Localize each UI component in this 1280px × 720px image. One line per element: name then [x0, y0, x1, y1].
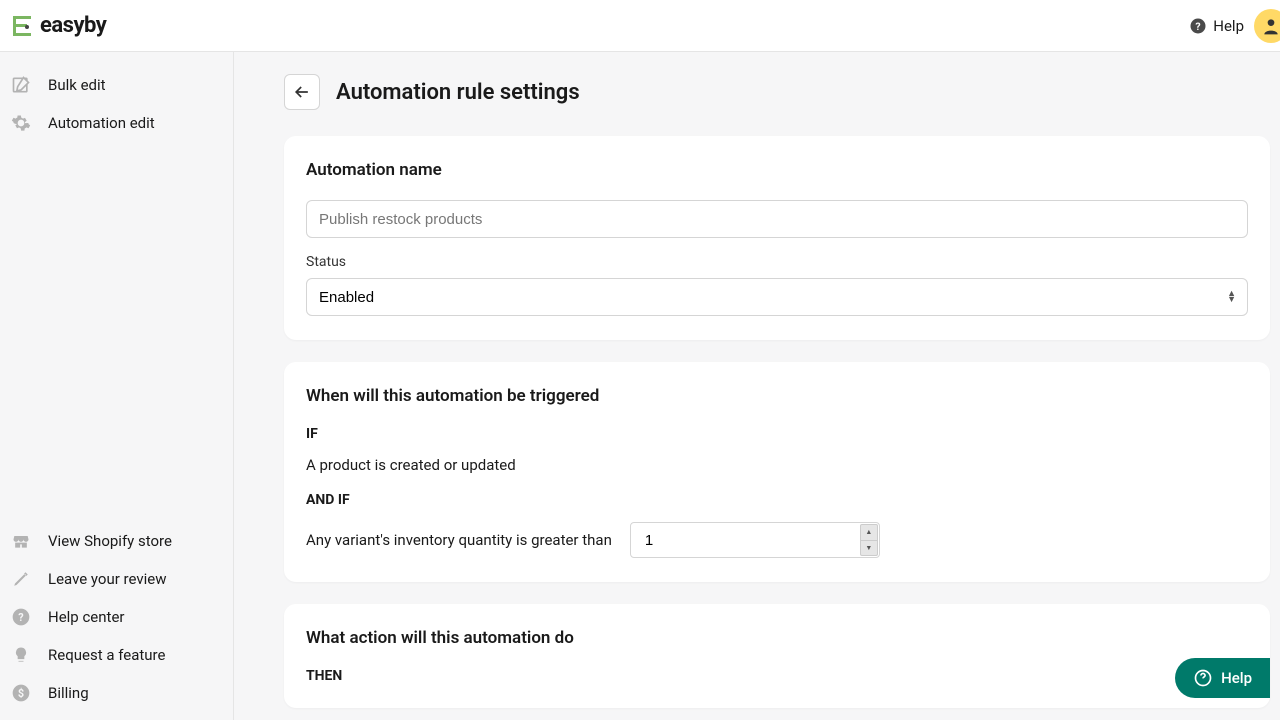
status-select[interactable]: Enabled — [306, 278, 1248, 316]
sidebar-item-request-feature[interactable]: Request a feature — [0, 640, 233, 670]
help-label: Help — [1213, 17, 1244, 35]
brand-name: easyby — [40, 13, 106, 38]
section-title: Automation name — [306, 160, 1248, 180]
sidebar-item-label: View Shopify store — [48, 532, 172, 550]
and-if-label: AND IF — [306, 492, 1248, 508]
if-label: IF — [306, 426, 1248, 442]
sidebar-item-label: Bulk edit — [48, 76, 106, 94]
sidebar-item-review[interactable]: Leave your review — [0, 564, 233, 594]
person-icon — [1261, 16, 1280, 36]
back-button[interactable] — [284, 74, 320, 110]
sidebar: Bulk edit Automation edit View Shopify s… — [0, 52, 234, 720]
sidebar-item-help-center[interactable]: ? Help center — [0, 602, 233, 632]
sidebar-item-automation-edit[interactable]: Automation edit — [0, 108, 233, 138]
lightbulb-icon — [10, 644, 32, 666]
if-condition-text: A product is created or updated — [306, 456, 1248, 474]
top-bar: easyby ? Help — [0, 0, 1280, 52]
brand-logo: easyby — [10, 13, 106, 39]
dollar-circle-icon: $ — [10, 682, 32, 704]
sidebar-item-bulk-edit[interactable]: Bulk edit — [0, 70, 233, 100]
help-circle-icon — [1193, 668, 1213, 688]
card-action: What action will this automation do THEN — [284, 604, 1270, 708]
help-circle-icon: ? — [1189, 17, 1207, 35]
gear-icon — [10, 112, 32, 134]
arrow-left-icon — [292, 82, 312, 102]
store-icon — [10, 530, 32, 552]
user-avatar[interactable] — [1254, 9, 1280, 43]
edit-icon — [10, 74, 32, 96]
sidebar-item-billing[interactable]: $ Billing — [0, 678, 233, 708]
then-label: THEN — [306, 668, 1248, 684]
page-title: Automation rule settings — [336, 80, 580, 105]
svg-text:?: ? — [18, 611, 23, 624]
pencil-icon — [10, 568, 32, 590]
logo-icon — [10, 13, 38, 39]
sidebar-item-label: Billing — [48, 684, 89, 702]
svg-text:$: $ — [18, 687, 24, 700]
help-link[interactable]: ? Help — [1189, 17, 1244, 35]
main-content: Automation rule settings Automation name… — [234, 52, 1280, 720]
status-label: Status — [306, 254, 1248, 270]
section-title: What action will this automation do — [306, 628, 1248, 648]
sidebar-item-label: Request a feature — [48, 646, 165, 664]
section-title: When will this automation be triggered — [306, 386, 1248, 406]
help-fab[interactable]: Help — [1175, 658, 1270, 698]
stepper-down[interactable]: ▼ — [860, 541, 878, 557]
stepper-up[interactable]: ▲ — [860, 524, 878, 541]
automation-name-input[interactable] — [306, 200, 1248, 238]
sidebar-item-shopify-store[interactable]: View Shopify store — [0, 526, 233, 556]
sidebar-item-label: Leave your review — [48, 570, 166, 588]
quantity-input[interactable] — [630, 522, 880, 558]
help-fab-label: Help — [1221, 669, 1252, 687]
sidebar-item-label: Automation edit — [48, 114, 155, 132]
card-trigger: When will this automation be triggered I… — [284, 362, 1270, 582]
card-automation-name: Automation name Status Enabled ▲▼ — [284, 136, 1270, 340]
question-circle-icon: ? — [10, 606, 32, 628]
sidebar-item-label: Help center — [48, 608, 124, 626]
and-if-condition-text: Any variant's inventory quantity is grea… — [306, 531, 612, 549]
svg-text:?: ? — [1196, 19, 1201, 32]
